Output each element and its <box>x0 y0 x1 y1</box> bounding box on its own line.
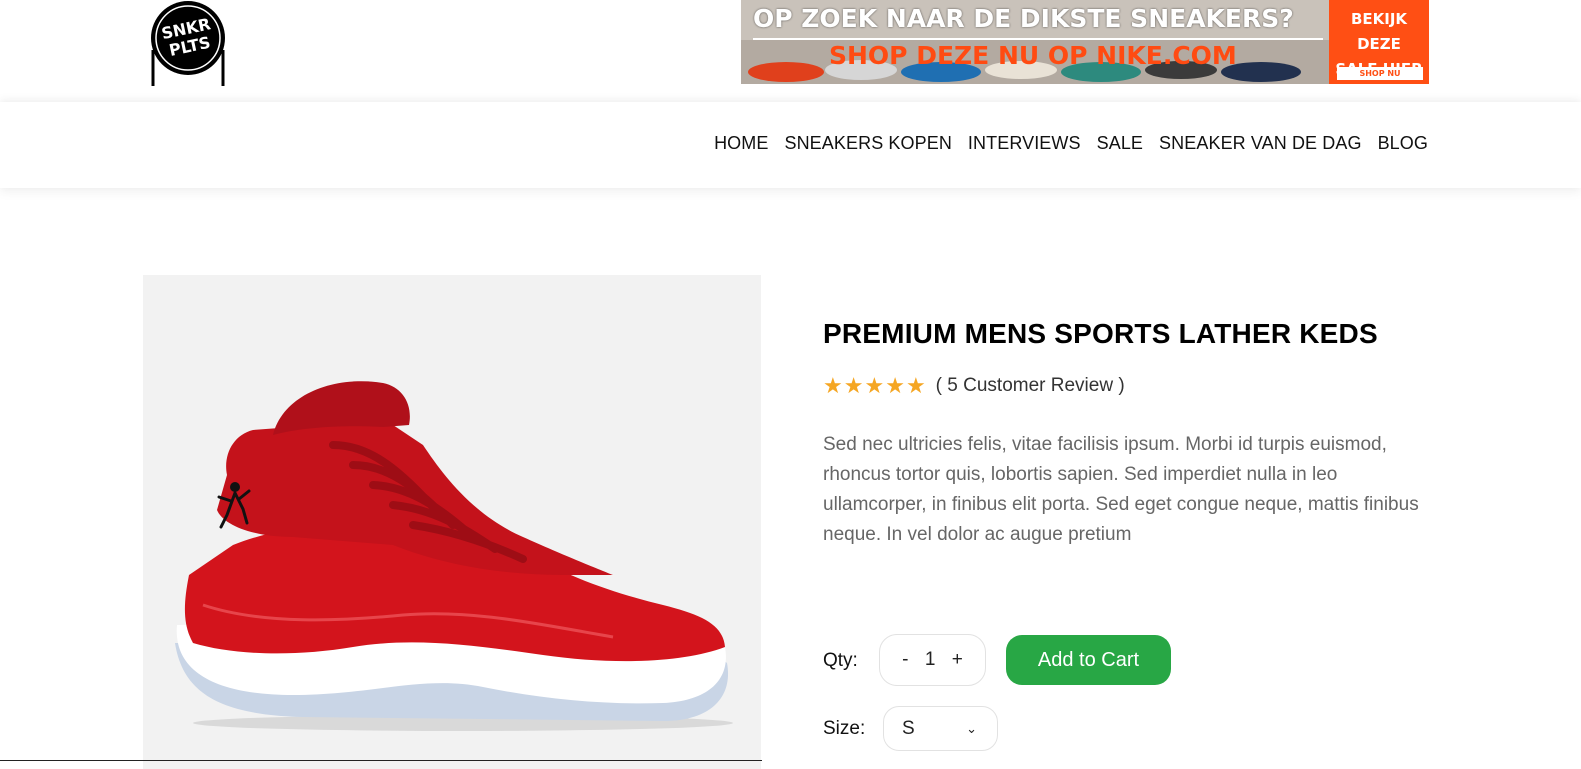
banner-subline: SHOP DEZE NU OP NIKE.COM <box>829 41 1237 70</box>
nav-item-sneakers-kopen[interactable]: SNEAKERS KOPEN <box>784 133 951 154</box>
quantity-stepper: - 1 + <box>879 634 986 686</box>
nav-item-home[interactable]: HOME <box>714 133 768 154</box>
add-to-cart-button[interactable]: Add to Cart <box>1006 635 1171 685</box>
star-icon: ★ <box>905 373 926 398</box>
size-value: S <box>902 717 915 739</box>
qty-increment-button[interactable]: + <box>952 649 963 671</box>
banner-cta-line1: BEKIJK DEZE <box>1350 10 1408 53</box>
product-image[interactable] <box>143 275 761 769</box>
star-icon: ★ <box>823 373 843 398</box>
qty-decrement-button[interactable]: - <box>902 649 908 671</box>
nav-item-interviews[interactable]: INTERVIEWS <box>968 133 1081 154</box>
nav-item-sneaker-van-de-dag[interactable]: SNEAKER VAN DE DAG <box>1159 133 1362 154</box>
qty-value[interactable]: 1 <box>925 649 936 671</box>
sneaker-icon <box>175 381 733 731</box>
site-logo[interactable]: SNKR PLTS <box>148 0 228 88</box>
qty-label: Qty: <box>823 650 858 671</box>
main-nav: HOME SNEAKERS KOPEN INTERVIEWS SALE SNEA… <box>714 133 1428 154</box>
rating-stars: ★ ★ ★ ★ ★ <box>823 375 926 397</box>
top-header: SNKR PLTS OP ZOEK NAAR DE DIKSTE SNEAKER… <box>0 0 1581 102</box>
product-description: Sed nec ultricies felis, vitae facilisis… <box>823 434 1419 545</box>
page-divider-mask <box>762 760 1581 761</box>
product-title: PREMIUM MENS SPORTS LATHER KEDS <box>823 318 1378 349</box>
star-icon: ★ <box>885 373 905 398</box>
star-icon: ★ <box>864 373 885 398</box>
nav-item-sale[interactable]: SALE <box>1097 133 1143 154</box>
banner-headline: OP ZOEK NAAR DE DIKSTE SNEAKERS? <box>753 4 1294 33</box>
nike-ad-banner[interactable]: OP ZOEK NAAR DE DIKSTE SNEAKERS? SHOP DE… <box>741 0 1429 84</box>
banner-divider <box>753 38 1323 40</box>
review-count[interactable]: ( 5 Customer Review ) <box>936 375 1125 397</box>
banner-shop-button[interactable]: SHOP NU <box>1337 67 1423 80</box>
logo-icon: SNKR PLTS <box>151 1 225 86</box>
size-label: Size: <box>823 718 866 739</box>
main-navbar: HOME SNEAKERS KOPEN INTERVIEWS SALE SNEA… <box>0 102 1581 188</box>
banner-cta[interactable]: BEKIJK DEZE SALE HIER SHOP NU <box>1329 0 1429 84</box>
size-select[interactable]: S ⌄ <box>883 706 998 751</box>
nav-item-blog[interactable]: BLOG <box>1378 133 1428 154</box>
product-rating: ★ ★ ★ ★ ★ ( 5 Customer Review ) <box>823 374 1125 398</box>
chevron-down-icon: ⌄ <box>966 720 977 736</box>
star-icon: ★ <box>843 373 864 398</box>
